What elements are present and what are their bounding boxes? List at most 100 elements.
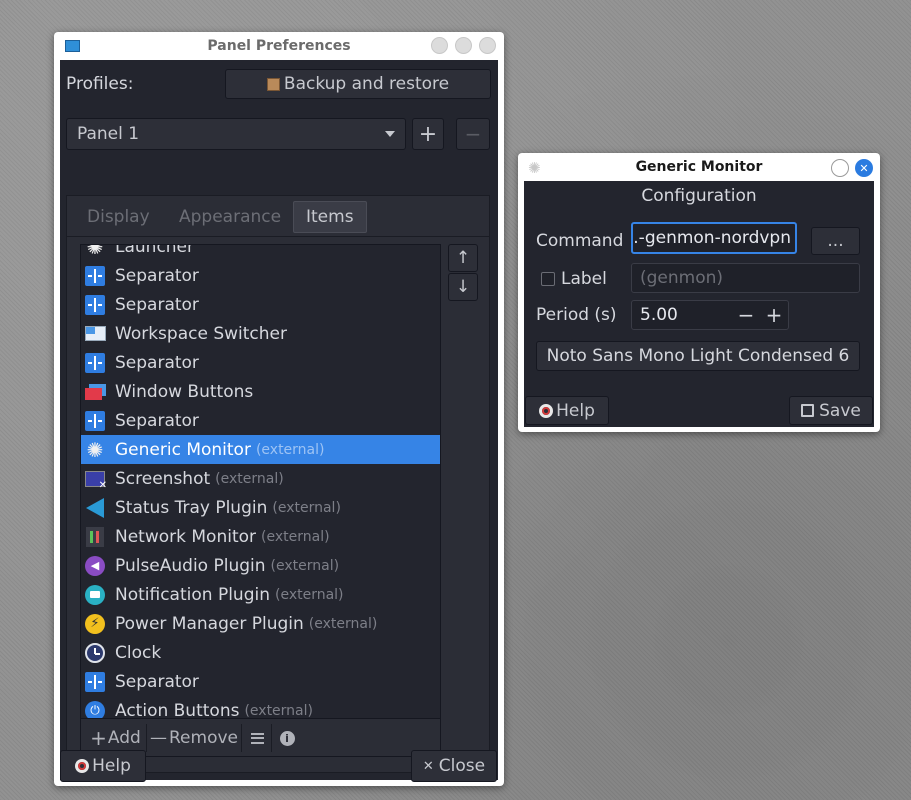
window-title: Panel Preferences	[207, 38, 351, 54]
move-down-button[interactable]: ↓	[448, 273, 478, 301]
list-item[interactable]: ◀ PulseAudio Plugin (external)	[81, 551, 440, 580]
list-item-external-tag: (external)	[274, 586, 344, 603]
tab-display[interactable]: Display	[75, 201, 162, 233]
list-item-external-tag: (external)	[255, 441, 325, 458]
list-item-external-tag: (external)	[261, 528, 330, 545]
save-button[interactable]: Save	[789, 396, 873, 425]
minimize-button[interactable]	[431, 37, 448, 54]
gear-icon: ✺	[86, 437, 104, 462]
remove-item-button[interactable]: — Remove	[147, 724, 242, 752]
minus-icon: −	[737, 303, 755, 327]
generic-monitor-body: Configuration Command .-genmon-nordvpn .…	[524, 181, 874, 427]
label-input[interactable]: (genmon)	[631, 263, 860, 293]
list-item[interactable]: Separator	[81, 261, 440, 290]
help-label: Help	[92, 756, 131, 776]
period-value: 5.00	[640, 305, 678, 325]
browse-button[interactable]: ...	[811, 227, 860, 255]
list-item[interactable]: ✕ Screenshot (external)	[81, 464, 440, 493]
separator-icon	[84, 671, 106, 693]
workspace-icon	[84, 323, 106, 345]
decrement-button[interactable]: −	[732, 300, 760, 330]
label-checkbox[interactable]	[541, 272, 555, 286]
floppy-icon	[801, 404, 815, 417]
list-item[interactable]: Network Monitor (external)	[81, 522, 440, 551]
generic-monitor-titlebar[interactable]: Generic Monitor	[518, 153, 880, 181]
separator-icon	[84, 265, 106, 287]
preferences-list-button[interactable]	[243, 724, 272, 752]
tab-items[interactable]: Items	[293, 201, 367, 233]
list-item-label: Status Tray Plugin	[115, 497, 268, 518]
list-item[interactable]: ✺ Launcher	[81, 245, 440, 261]
list-item[interactable]: Separator	[81, 667, 440, 696]
help-button[interactable]: Help	[525, 396, 609, 425]
close-button[interactable]: ✕	[855, 159, 873, 177]
add-item-button[interactable]: + Add	[85, 724, 147, 752]
increment-button[interactable]: +	[760, 300, 788, 330]
plus-icon: +	[418, 121, 438, 147]
lifebuoy-icon	[75, 759, 90, 773]
remove-panel-button[interactable]: −	[456, 118, 490, 150]
list-item[interactable]: Clock	[81, 638, 440, 667]
list-item[interactable]: Notification Plugin (external)	[81, 580, 440, 609]
list-item-label: Generic Monitor	[115, 439, 251, 460]
window-buttons-icon	[84, 381, 106, 403]
profiles-label: Profiles:	[66, 74, 134, 94]
tab-bar: Display Appearance Items	[66, 195, 490, 237]
period-label: Period (s)	[536, 305, 617, 325]
list-item[interactable]: ⏻ Action Buttons (external)	[81, 696, 440, 719]
dropdown-arrow-icon	[385, 131, 395, 137]
save-label: Save	[819, 400, 861, 421]
backup-restore-button[interactable]: Backup and restore	[225, 69, 491, 99]
list-item[interactable]: ⚡ Power Manager Plugin (external)	[81, 609, 440, 638]
close-dialog-button[interactable]: ✕ Close	[411, 750, 497, 782]
add-panel-button[interactable]: +	[412, 118, 444, 150]
speaker-icon: ◀	[84, 555, 106, 577]
command-label: Command	[536, 231, 624, 251]
list-item-label: Separator	[115, 671, 199, 692]
list-item[interactable]: Separator	[81, 406, 440, 435]
close-label: Close	[438, 756, 486, 776]
separator-icon	[84, 294, 106, 316]
panel-select-value: Panel 1	[77, 124, 140, 144]
help-button[interactable]: Help	[60, 750, 146, 782]
list-icon	[250, 732, 264, 744]
list-item[interactable]: Separator	[81, 290, 440, 319]
list-item-label: Action Buttons	[115, 700, 240, 719]
list-item-label: Network Monitor	[115, 526, 257, 547]
font-button[interactable]: Noto Sans Mono Light Condensed 6	[536, 341, 860, 371]
app-icon	[65, 40, 80, 52]
plus-icon: +	[90, 726, 107, 750]
screenshot-icon: ✕	[84, 468, 107, 491]
maximize-button[interactable]	[455, 37, 472, 54]
panel-select[interactable]: Panel 1	[66, 118, 406, 150]
list-item[interactable]: Workspace Switcher	[81, 319, 440, 348]
command-input[interactable]: .-genmon-nordvpn	[631, 222, 797, 254]
package-icon	[266, 77, 280, 91]
about-item-button[interactable]: i	[273, 724, 301, 752]
window-title: Generic Monitor	[635, 159, 763, 175]
help-label: Help	[556, 400, 595, 421]
list-item[interactable]: Status Tray Plugin (external)	[81, 493, 440, 522]
font-button-label: Noto Sans Mono Light Condensed 6	[546, 346, 850, 366]
items-list[interactable]: ✺ Launcher Separator Separator Workspace Swi…	[80, 244, 441, 719]
list-item-external-tag: (external)	[272, 499, 341, 516]
list-item-label: Clock	[115, 642, 162, 663]
list-item[interactable]: Separator	[81, 348, 440, 377]
clock-icon	[84, 642, 106, 664]
list-item-label: Separator	[115, 294, 199, 315]
network-icon	[84, 526, 106, 548]
list-item-label: Notification Plugin	[115, 584, 270, 605]
list-item[interactable]: ✺ Generic Monitor (external)	[81, 435, 440, 464]
arrow-down-icon: ↓	[455, 277, 471, 297]
command-value: .-genmon-nordvpn	[633, 228, 791, 248]
list-item[interactable]: Window Buttons	[81, 377, 440, 406]
close-button[interactable]	[479, 37, 496, 54]
tab-appearance[interactable]: Appearance	[167, 201, 293, 233]
list-item-label: Separator	[115, 410, 199, 431]
backup-restore-label: Backup and restore	[283, 74, 450, 94]
tab-items-label: Items	[306, 207, 354, 227]
list-item-external-tag: (external)	[244, 702, 313, 719]
plus-icon: +	[765, 303, 783, 327]
move-up-button[interactable]: ↑	[448, 244, 478, 272]
minimize-button[interactable]	[831, 159, 849, 177]
